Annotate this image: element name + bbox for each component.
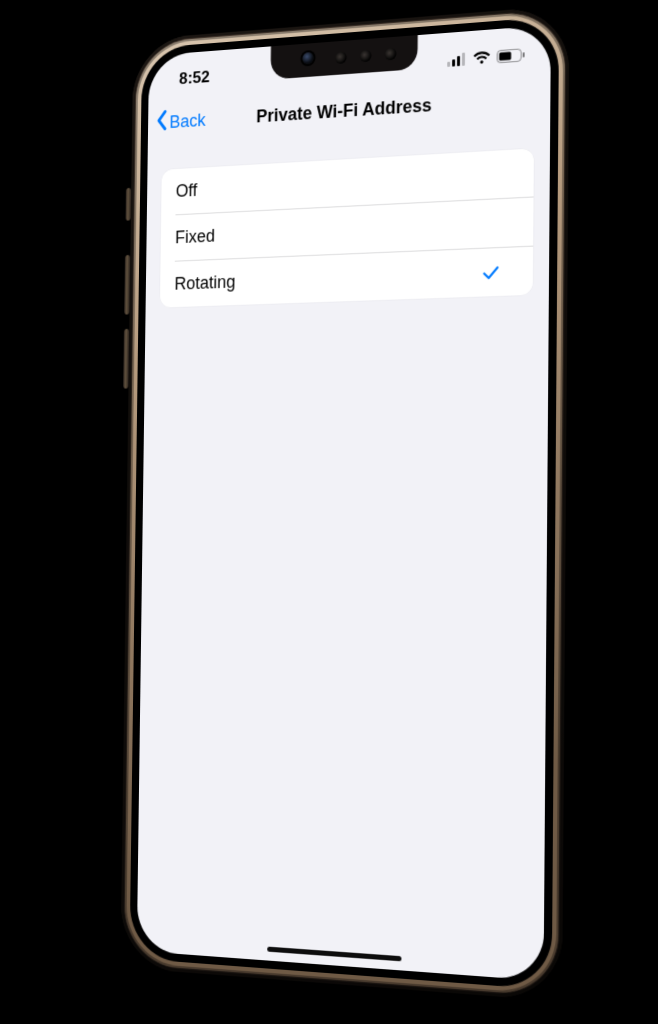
phone-mockup: 8:52: [120, 5, 569, 1001]
option-label: Rotating: [174, 271, 250, 294]
home-indicator[interactable]: [267, 947, 401, 962]
front-camera-icon: [302, 52, 313, 65]
wifi-icon: [473, 50, 491, 64]
page-title: Private Wi-Fi Address: [256, 95, 432, 127]
status-time: 8:52: [179, 67, 210, 89]
sensor-dot-icon: [360, 50, 372, 63]
sensor-dot-icon: [385, 48, 397, 61]
sensor-dot-icon: [335, 51, 346, 64]
screen: 8:52: [137, 25, 551, 981]
checkmark-icon: [501, 222, 517, 223]
back-button[interactable]: Back: [155, 107, 206, 136]
back-label: Back: [169, 110, 205, 133]
cellular-icon: [447, 52, 467, 67]
checkmark-icon: [481, 261, 517, 283]
chevron-left-icon: [155, 109, 168, 136]
battery-icon: [497, 48, 525, 63]
option-label: Off: [176, 180, 198, 201]
options-group: Off Fixed Rotating: [160, 148, 534, 307]
